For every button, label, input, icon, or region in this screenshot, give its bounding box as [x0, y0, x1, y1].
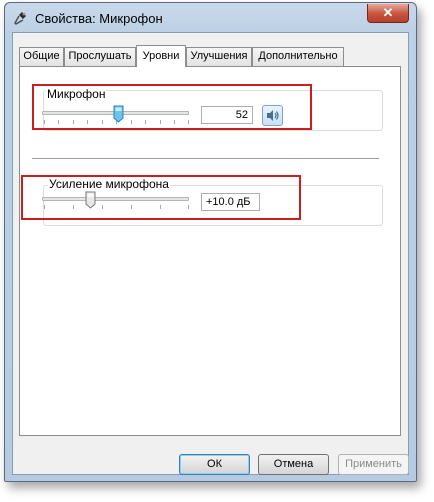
- tab-listen[interactable]: Прослушать: [64, 47, 136, 66]
- dialog-client-area: Общие Прослушать Уровни Улучшения Дополн…: [12, 32, 409, 475]
- boost-highlight-box: [21, 175, 301, 220]
- microphone-highlight-box: [32, 84, 312, 130]
- close-button[interactable]: ✕: [367, 4, 409, 23]
- apply-button[interactable]: Применить: [338, 454, 409, 475]
- tab-general[interactable]: Общие: [19, 47, 64, 66]
- tab-advanced[interactable]: Дополнительно: [252, 47, 344, 66]
- window-title: Свойства: Микрофон: [35, 11, 163, 26]
- separator-line: [32, 158, 379, 159]
- tab-enhancements[interactable]: Улучшения: [186, 47, 252, 66]
- tab-levels[interactable]: Уровни: [136, 45, 186, 67]
- levels-panel: Микрофон 52 Усиление микрофона +10.0 дБ: [19, 66, 401, 436]
- microphone-icon: [14, 12, 26, 25]
- cancel-button[interactable]: Отмена: [258, 454, 329, 475]
- ok-button[interactable]: ОК: [179, 454, 250, 475]
- title-bar[interactable]: Свойства: Микрофон ✕: [5, 3, 416, 33]
- properties-window: Свойства: Микрофон ✕ Общие Прослушать Ур…: [4, 2, 417, 482]
